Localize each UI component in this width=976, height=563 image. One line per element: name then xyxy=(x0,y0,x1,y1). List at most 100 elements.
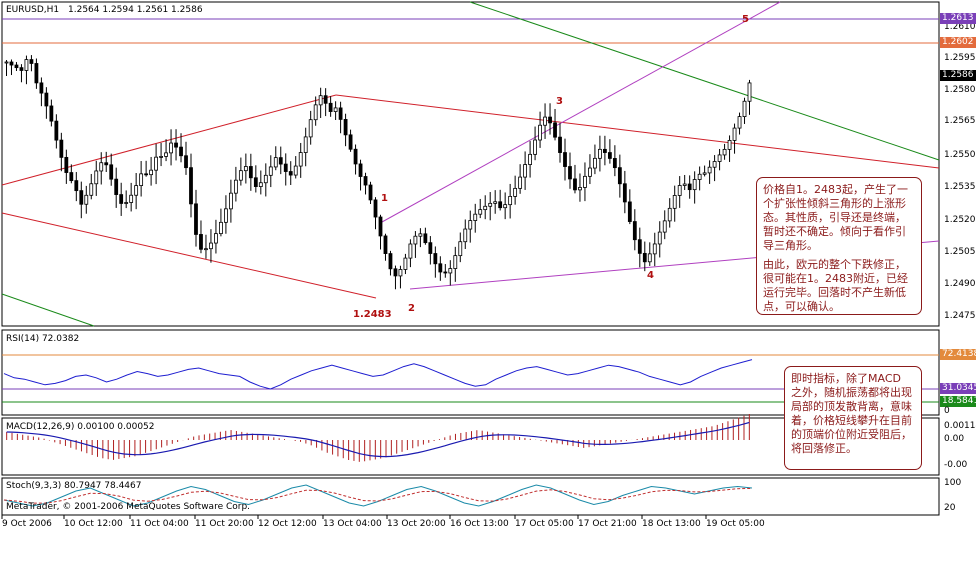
candle-body xyxy=(258,182,263,187)
candle-body xyxy=(303,136,308,153)
candle-body xyxy=(348,134,353,150)
time-label: 16 Oct 13:00 xyxy=(450,519,509,529)
candle-body xyxy=(697,173,702,180)
candle-body xyxy=(99,162,104,172)
time-label: 13 Oct 20:00 xyxy=(387,519,446,529)
candle-body xyxy=(293,165,298,176)
time-label: 19 Oct 05:00 xyxy=(706,519,765,529)
candle-body xyxy=(74,180,79,192)
candle-body xyxy=(593,157,597,169)
candle-body xyxy=(712,161,717,168)
candle-body xyxy=(209,242,213,250)
analysis-note-main: 价格自1。2483起，产生了一个扩张性倾斜三角形的上涨形态。其性质，引导还是终端… xyxy=(756,177,922,315)
candle-body xyxy=(483,205,488,211)
candle-body xyxy=(617,167,622,185)
candle-body xyxy=(84,194,89,205)
candle-body xyxy=(49,105,54,122)
time-label: 17 Oct 21:00 xyxy=(578,519,637,529)
candle-body xyxy=(687,183,692,191)
candle-body xyxy=(488,202,493,207)
candle-body xyxy=(109,164,114,180)
candle-body xyxy=(548,116,552,124)
analysis-note-indicator-text: 即时指标，除了MACD 之外，随机振荡都将出现局部的顶发散背离，意味着，价格短线… xyxy=(791,372,912,455)
candle-body xyxy=(383,235,388,254)
rsi-axis-zero: 0 xyxy=(944,406,950,416)
candle-body xyxy=(378,216,383,237)
candle-body xyxy=(438,263,443,273)
candle-body xyxy=(184,155,188,169)
candle-body xyxy=(139,173,144,186)
stoch-axis-top: 100 xyxy=(944,478,962,488)
rsi-line xyxy=(3,359,753,390)
candle-body xyxy=(702,172,707,175)
candle-body xyxy=(9,61,14,66)
candle-body xyxy=(588,167,592,177)
rsi-title: RSI(14) 72.0382 xyxy=(6,334,80,344)
candle-body xyxy=(248,166,253,179)
candle-body xyxy=(4,61,9,64)
candle-body xyxy=(388,253,393,270)
analysis-note-paragraph-1: 价格自1。2483起，产生了一个扩张性倾斜三角形的上涨形态。其性质，引导还是终端… xyxy=(763,183,908,252)
candle-body xyxy=(647,253,652,263)
candle-body xyxy=(194,203,198,235)
candle-body xyxy=(114,178,119,195)
candle-body xyxy=(253,177,258,187)
red-channel-upper-right[interactable] xyxy=(335,94,940,169)
candle-body xyxy=(343,119,348,136)
candle-body xyxy=(149,169,154,176)
time-label: 9 Oct 2006 xyxy=(2,519,52,529)
candle-body xyxy=(523,164,528,178)
candle-body xyxy=(119,194,124,204)
swing-low-label: 1.2483 xyxy=(353,309,392,320)
candle-body xyxy=(144,173,149,176)
candle-body xyxy=(418,233,423,237)
candle-body xyxy=(448,268,453,274)
time-label: 18 Oct 13:00 xyxy=(642,519,701,529)
candle-body xyxy=(568,166,572,180)
candle-body xyxy=(408,243,413,259)
candle-body xyxy=(637,239,642,254)
candle-body xyxy=(224,208,228,223)
time-label: 10 Oct 12:00 xyxy=(64,519,123,529)
candle-body xyxy=(503,204,508,209)
candle-body xyxy=(518,176,523,189)
green-trendline-lower[interactable] xyxy=(1,293,95,327)
candle-body xyxy=(692,179,697,191)
copyright-credit: MetaTrader, © 2001-2006 MetaQuotes Softw… xyxy=(6,502,251,512)
time-label: 12 Oct 12:00 xyxy=(258,519,317,529)
stoch-title: Stoch(9,3,3) 80.7947 78.4467 xyxy=(6,481,142,491)
price-label: 1.2505 xyxy=(944,247,976,257)
candle-body xyxy=(44,92,49,107)
candle-body xyxy=(423,233,428,244)
candle-body xyxy=(94,170,99,185)
candle-body xyxy=(667,207,672,222)
wave-label-5: 5 xyxy=(742,14,749,25)
price-bars xyxy=(4,55,752,290)
macd-title: MACD(12,26,9) 0.00100 0.00052 xyxy=(6,422,155,432)
candle-body xyxy=(458,241,463,257)
candle-body xyxy=(463,228,468,243)
candle-body xyxy=(722,148,727,156)
candle-body xyxy=(298,152,303,167)
candle-body xyxy=(717,154,722,162)
candle-body xyxy=(89,183,94,196)
candle-body xyxy=(558,136,562,153)
candle-body xyxy=(642,252,647,263)
candle-body xyxy=(632,221,637,241)
price-label: 1.2535 xyxy=(944,182,976,192)
candle-body xyxy=(283,163,288,172)
candle-body xyxy=(373,199,378,218)
candle-body xyxy=(543,116,547,126)
price-label: 1.2520 xyxy=(944,215,976,225)
candle-body xyxy=(732,127,737,141)
red-channel-lower[interactable] xyxy=(1,212,377,299)
candle-body xyxy=(328,102,333,112)
candle-body xyxy=(368,184,373,201)
candle-body xyxy=(398,269,403,277)
candle-body xyxy=(393,268,398,277)
candle-body xyxy=(363,176,368,186)
chart-header: EURUSD,H1 1.2564 1.2594 1.2561 1.2586 xyxy=(6,5,203,15)
candle-body xyxy=(737,116,742,129)
candle-body xyxy=(273,157,278,168)
candle-body xyxy=(313,104,318,121)
